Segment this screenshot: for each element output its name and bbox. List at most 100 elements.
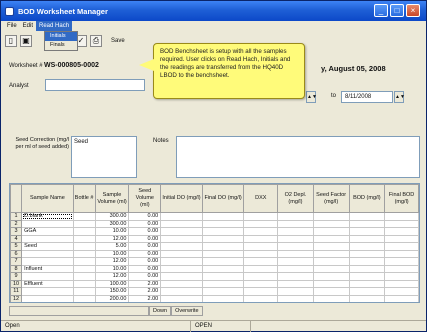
table-row[interactable]: 1 D.blank 300.00 0.00 bbox=[10, 212, 419, 221]
table-cell[interactable] bbox=[201, 264, 245, 273]
table-cell[interactable] bbox=[160, 279, 203, 288]
menu-read-hach[interactable]: Read Hach bbox=[36, 21, 73, 31]
end-date-field[interactable]: 8/11/2008 bbox=[341, 91, 393, 103]
close-button[interactable]: × bbox=[406, 4, 420, 17]
table-cell[interactable] bbox=[348, 257, 386, 266]
table-cell[interactable] bbox=[312, 257, 350, 266]
table-cell[interactable] bbox=[72, 234, 96, 243]
analyst-input[interactable] bbox=[45, 79, 145, 91]
table-cell[interactable] bbox=[72, 219, 96, 228]
table-row[interactable]: 5 Seed 5.00 0.00 bbox=[10, 242, 419, 251]
table-cell[interactable] bbox=[201, 287, 245, 296]
table-cell[interactable] bbox=[312, 287, 350, 296]
column-header[interactable] bbox=[10, 184, 23, 213]
table-cell[interactable] bbox=[348, 234, 386, 243]
table-cell[interactable] bbox=[72, 287, 96, 296]
table-cell[interactable] bbox=[21, 287, 74, 296]
table-row[interactable]: 4 12.00 0.00 bbox=[10, 234, 419, 243]
table-cell[interactable] bbox=[348, 219, 386, 228]
table-cell[interactable] bbox=[201, 212, 245, 221]
table-cell[interactable] bbox=[312, 264, 350, 273]
table-cell[interactable] bbox=[348, 242, 386, 251]
table-row[interactable]: 9 12.00 0.00 bbox=[10, 272, 419, 281]
column-header[interactable]: Final BOD (mg/l) bbox=[384, 184, 419, 213]
table-row[interactable]: 7 12.00 0.00 bbox=[10, 257, 419, 266]
table-cell[interactable] bbox=[243, 242, 279, 251]
table-cell[interactable] bbox=[201, 249, 245, 258]
table-cell[interactable]: GGA bbox=[21, 227, 74, 236]
column-header[interactable]: Bottle # bbox=[72, 184, 96, 213]
table-cell[interactable] bbox=[72, 272, 96, 281]
table-cell[interactable] bbox=[277, 227, 314, 236]
table-cell[interactable]: Seed bbox=[21, 242, 74, 251]
table-cell[interactable] bbox=[160, 294, 203, 302]
table-cell[interactable] bbox=[348, 279, 386, 288]
table-cell[interactable] bbox=[312, 227, 350, 236]
table-cell[interactable] bbox=[21, 272, 74, 281]
table-cell[interactable]: 300.00 bbox=[94, 219, 130, 228]
table-cell[interactable] bbox=[348, 212, 386, 221]
table-cell[interactable] bbox=[243, 257, 279, 266]
notes-box[interactable] bbox=[176, 136, 420, 178]
table-cell[interactable] bbox=[384, 234, 419, 243]
table-cell[interactable] bbox=[348, 227, 386, 236]
table-cell[interactable] bbox=[384, 227, 419, 236]
table-cell[interactable]: 12.00 bbox=[94, 257, 130, 266]
table-cell[interactable]: 0.00 bbox=[128, 242, 162, 251]
table-cell[interactable] bbox=[21, 257, 74, 266]
column-header[interactable]: Initial DO (mg/l) bbox=[160, 184, 203, 213]
table-cell[interactable]: 0.00 bbox=[128, 272, 162, 281]
column-header[interactable]: BOD (mg/l) bbox=[348, 184, 386, 213]
table-cell[interactable]: Influent bbox=[21, 264, 74, 273]
table-cell[interactable] bbox=[384, 212, 419, 221]
table-cell[interactable] bbox=[277, 294, 314, 302]
table-cell[interactable] bbox=[277, 242, 314, 251]
table-cell[interactable]: 100.00 bbox=[94, 279, 130, 288]
table-cell[interactable] bbox=[348, 272, 386, 281]
table-cell[interactable] bbox=[384, 249, 419, 258]
table-cell[interactable]: 10.00 bbox=[94, 249, 130, 258]
table-row[interactable]: 10 Effluent 100.00 2.00 bbox=[10, 279, 419, 288]
column-header[interactable]: Sample Name bbox=[21, 184, 74, 213]
table-cell[interactable] bbox=[21, 219, 74, 228]
table-cell[interactable]: 200.00 bbox=[94, 294, 130, 302]
table-cell[interactable] bbox=[384, 264, 419, 273]
table-cell[interactable] bbox=[312, 212, 350, 221]
table-row[interactable]: 2 300.00 0.00 bbox=[10, 219, 419, 228]
table-cell[interactable] bbox=[384, 294, 419, 302]
table-cell[interactable] bbox=[384, 257, 419, 266]
table-cell[interactable] bbox=[201, 227, 245, 236]
table-cell[interactable]: 0.00 bbox=[128, 264, 162, 273]
maximize-button[interactable]: □ bbox=[390, 4, 404, 17]
table-cell[interactable] bbox=[160, 219, 203, 228]
table-cell[interactable] bbox=[348, 249, 386, 258]
table-cell[interactable] bbox=[277, 212, 314, 221]
table-cell[interactable] bbox=[21, 294, 74, 302]
table-cell[interactable] bbox=[277, 279, 314, 288]
table-cell[interactable]: 12.00 bbox=[94, 272, 130, 281]
menu-file[interactable]: File bbox=[4, 21, 20, 31]
table-cell[interactable] bbox=[160, 264, 203, 273]
table-cell[interactable]: 2.00 bbox=[128, 279, 162, 288]
table-cell[interactable] bbox=[384, 242, 419, 251]
table-cell[interactable] bbox=[201, 234, 245, 243]
column-header[interactable]: Sample Volume (ml) bbox=[94, 184, 130, 213]
table-cell[interactable]: 0.00 bbox=[128, 249, 162, 258]
start-date-spin[interactable]: ▲▼ bbox=[306, 91, 317, 103]
table-cell[interactable] bbox=[160, 287, 203, 296]
column-header[interactable]: DXX bbox=[243, 184, 279, 213]
table-cell[interactable]: 2.00 bbox=[128, 287, 162, 296]
minimize-button[interactable]: _ bbox=[374, 4, 388, 17]
table-cell[interactable] bbox=[312, 279, 350, 288]
table-cell[interactable] bbox=[277, 234, 314, 243]
table-cell[interactable]: 300.00 bbox=[94, 212, 130, 221]
table-cell[interactable] bbox=[243, 249, 279, 258]
table-cell[interactable] bbox=[160, 227, 203, 236]
table-cell[interactable] bbox=[243, 219, 279, 228]
table-cell[interactable] bbox=[312, 249, 350, 258]
table-cell[interactable] bbox=[243, 272, 279, 281]
seed-correction-box[interactable]: Seed bbox=[71, 136, 137, 178]
table-cell[interactable] bbox=[312, 242, 350, 251]
table-cell[interactable] bbox=[72, 249, 96, 258]
table-cell[interactable] bbox=[277, 249, 314, 258]
